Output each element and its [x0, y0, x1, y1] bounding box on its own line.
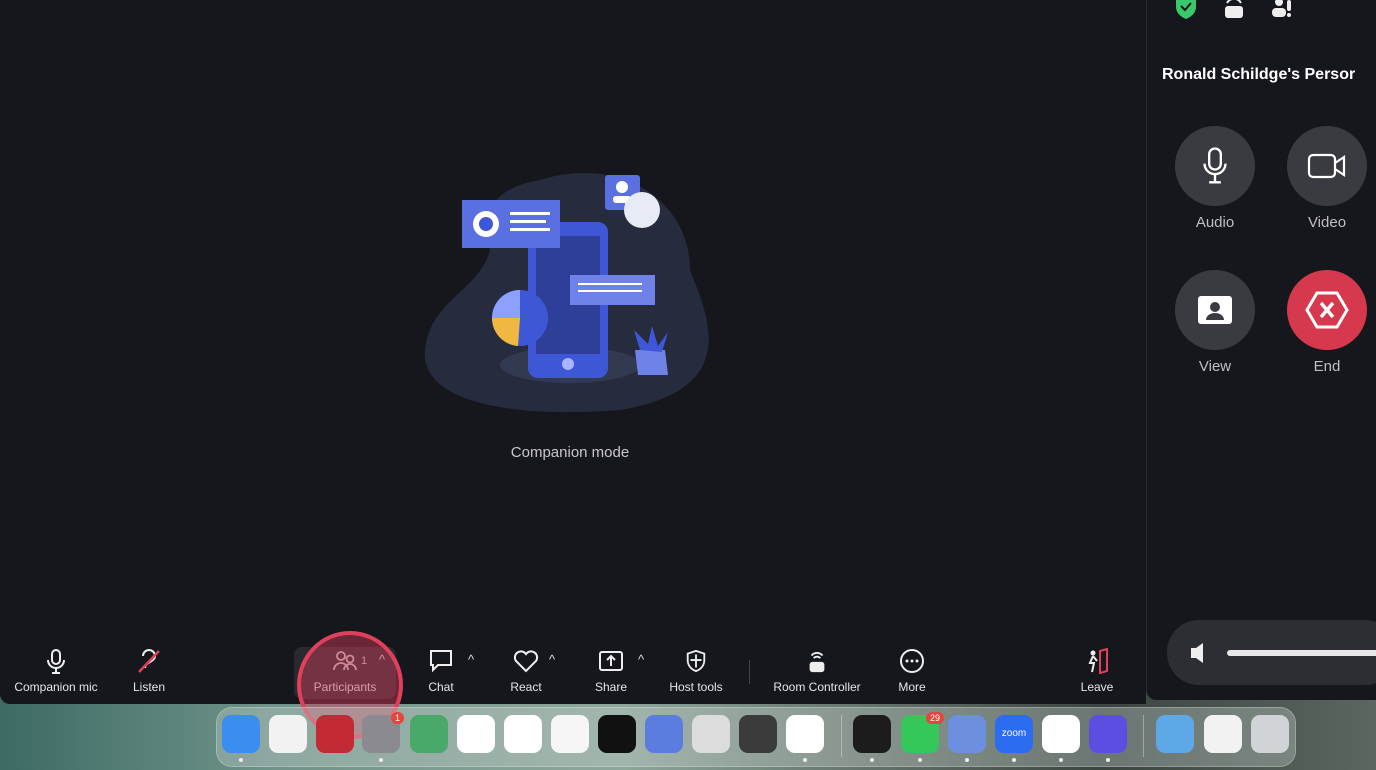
dock-app-applications[interactable] — [1156, 715, 1194, 753]
dock-app-quicktime[interactable] — [1042, 715, 1080, 753]
person-alert-icon — [1272, 0, 1291, 17]
dock-app-downloads[interactable] — [1204, 715, 1242, 753]
dock-app-tv[interactable] — [598, 715, 636, 753]
more-button[interactable]: More — [864, 648, 960, 694]
view-button[interactable] — [1175, 270, 1255, 350]
leave-door-icon — [1088, 648, 1108, 674]
companion-mic-button[interactable]: Companion mic — [8, 648, 104, 694]
end-button[interactable] — [1287, 270, 1367, 350]
video-label: Video — [1307, 214, 1347, 231]
dock-notification-badge: 1 — [391, 712, 405, 724]
share-screen-icon — [599, 651, 623, 671]
share-label: Share — [594, 680, 628, 694]
toolbar-divider — [749, 660, 750, 684]
dock-app-sublime-text[interactable] — [739, 715, 777, 753]
dock-divider — [841, 715, 842, 757]
dock-app-freeform[interactable] — [551, 715, 589, 753]
dock-running-indicator — [803, 758, 807, 762]
dock-running-indicator — [239, 758, 243, 762]
share-button[interactable]: Share — [563, 648, 659, 694]
dock-app-news[interactable] — [504, 715, 542, 753]
react-options-caret[interactable]: ^ — [549, 652, 555, 667]
leave-label: Leave — [1080, 680, 1114, 694]
dock-app-zoom[interactable]: zoom — [995, 715, 1033, 753]
dock-app-toolbox[interactable] — [1089, 715, 1127, 753]
security-shield-check-icon — [1176, 0, 1196, 19]
meeting-main-area: Companion mode — [0, 0, 1146, 704]
audio-button[interactable] — [1175, 126, 1255, 206]
listen-label: Listen — [132, 680, 166, 694]
companion-mic-label: Companion mic — [14, 680, 98, 694]
volume-control — [1167, 620, 1376, 685]
dock-app-maps[interactable] — [410, 715, 448, 753]
shield-icon — [686, 649, 706, 673]
zoom-app-label: zoom — [1001, 728, 1027, 739]
room-device-icon — [1225, 0, 1243, 18]
host-tools-label: Host tools — [669, 680, 723, 694]
dock-running-indicator — [1059, 758, 1063, 762]
companion-mode-caption: Companion mode — [510, 444, 630, 461]
speaker-icon — [1191, 643, 1203, 663]
chat-bubble-icon — [430, 650, 452, 673]
microphone-icon — [1203, 147, 1227, 184]
dock-app-chrome[interactable] — [786, 715, 824, 753]
companion-illustration — [424, 173, 709, 413]
leave-button[interactable]: Leave — [1049, 648, 1145, 694]
room-controller-icon — [809, 652, 825, 673]
room-title: Ronald Schildge's Persor — [1162, 66, 1356, 83]
more-label: More — [898, 680, 926, 694]
dock-running-indicator — [1106, 758, 1110, 762]
end-x-octagon-icon — [1305, 291, 1349, 329]
listen-button[interactable]: Listen — [101, 648, 197, 694]
share-options-caret[interactable]: ^ — [638, 652, 644, 667]
dock-app-terminal[interactable] — [853, 715, 891, 753]
room-controller-label: Room Controller — [773, 680, 861, 694]
audio-label: Audio — [1195, 214, 1235, 231]
chat-button[interactable]: Chat — [393, 648, 489, 694]
dock-app-device-app[interactable] — [948, 715, 986, 753]
dock-notification-badge: 29 — [926, 712, 945, 724]
dock-app-launchpad[interactable] — [269, 715, 307, 753]
dock-running-indicator — [870, 758, 874, 762]
dock-app-shield-app[interactable] — [316, 715, 354, 753]
dock-running-indicator — [1012, 758, 1016, 762]
more-ellipsis-icon — [900, 649, 924, 673]
dock-app-finder[interactable] — [222, 715, 260, 753]
view-label: View — [1198, 358, 1232, 375]
dock-running-indicator — [965, 758, 969, 762]
react-label: React — [510, 680, 542, 694]
room-controller-button[interactable]: Room Controller — [769, 648, 865, 694]
dock-running-indicator — [918, 758, 922, 762]
chat-label: Chat — [428, 680, 454, 694]
video-button[interactable] — [1287, 126, 1367, 206]
microphone-icon — [47, 649, 65, 674]
dock-app-trash[interactable] — [1251, 715, 1289, 753]
dock-app-mail-app[interactable] — [692, 715, 730, 753]
dock-running-indicator — [379, 758, 383, 762]
companion-side-panel — [1146, 0, 1376, 700]
chat-options-caret[interactable]: ^ — [468, 652, 474, 667]
dock-app-simulator[interactable] — [645, 715, 683, 753]
dock-divider — [1143, 715, 1144, 757]
ear-muted-icon — [138, 649, 160, 673]
heart-icon — [513, 650, 539, 673]
end-label: End — [1313, 358, 1341, 375]
react-button[interactable]: React — [478, 648, 574, 694]
video-camera-icon — [1307, 153, 1346, 179]
dock-app-photos[interactable] — [457, 715, 495, 753]
host-tools-button[interactable]: Host tools — [648, 648, 744, 694]
view-person-icon — [1198, 296, 1232, 324]
volume-slider[interactable] — [1227, 650, 1376, 656]
